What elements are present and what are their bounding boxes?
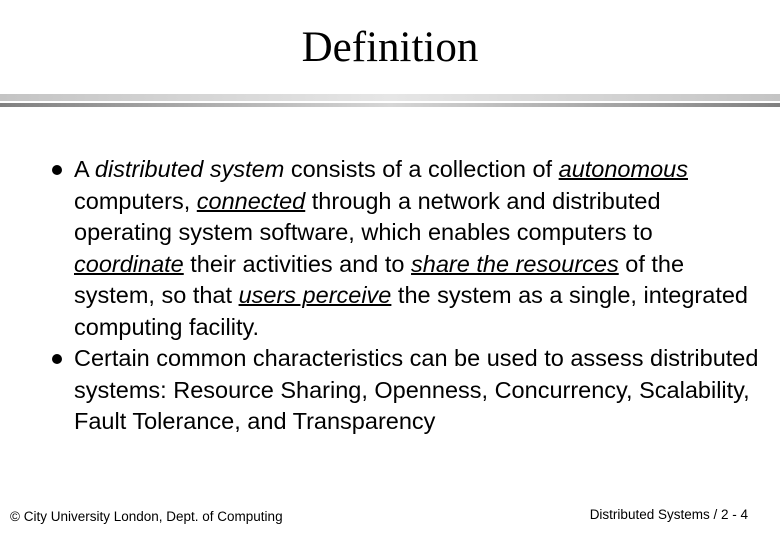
bullet-item-definition: A distributed system consists of a colle… (50, 154, 760, 343)
bullet-item-characteristics: Certain common characteristics can be us… (50, 343, 760, 438)
bullet-dot-icon (52, 165, 62, 175)
title-divider-bottom (0, 103, 780, 107)
key-term: users perceive (238, 282, 392, 308)
key-term: autonomous (558, 156, 688, 182)
title-divider-top (0, 94, 780, 101)
emphasized-term: distributed system (94, 156, 285, 182)
bullet-text: Certain common characteristics can be us… (74, 343, 760, 438)
footer-copyright: © City University London, Dept. of Compu… (10, 509, 283, 524)
bullet-list: A distributed system consists of a colle… (50, 154, 760, 438)
footer-page-number: Distributed Systems / 2 - 4 (589, 507, 748, 522)
text-run: their activities and to (183, 250, 412, 277)
key-term: connected (196, 187, 306, 214)
bullet-text: A distributed system consists of a colle… (74, 154, 760, 343)
text-run: computers, (74, 187, 197, 214)
text-run: consists of a collection of (284, 156, 559, 182)
text-run: Certain common characteristics can be us… (74, 345, 759, 434)
bullet-dot-icon (52, 354, 62, 364)
key-term: share the resources (411, 250, 619, 277)
slide-title: Definition (301, 24, 479, 71)
key-term: coordinate (74, 250, 184, 277)
text-run: A (74, 156, 95, 182)
